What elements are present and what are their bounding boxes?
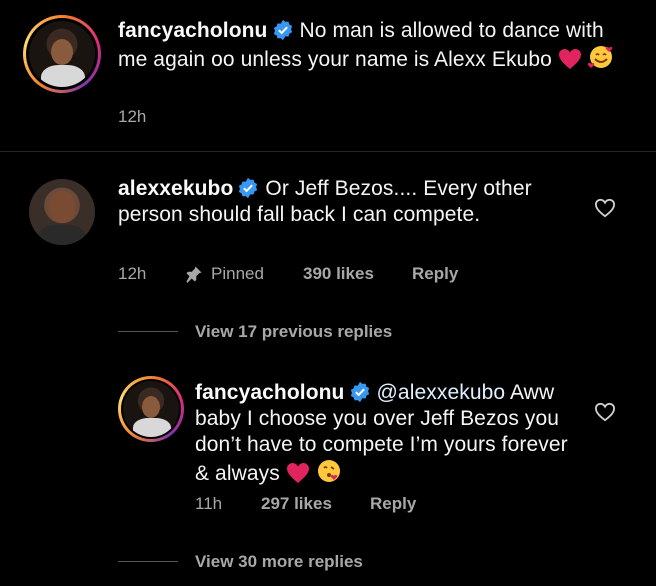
comment-1-time: 12h [118, 107, 147, 126]
section-divider [0, 151, 656, 152]
comment-1-body: fancyacholonu No man is allowed to dance … [118, 18, 618, 77]
replies-line [118, 331, 178, 332]
reply-username[interactable]: fancyacholonu [195, 381, 345, 404]
reply-likes[interactable]: 297 likes [261, 494, 332, 514]
comment-2-pinned: Pinned [211, 264, 264, 283]
like-heart-icon[interactable] [594, 402, 616, 422]
comment-1-username[interactable]: fancyacholonu [118, 19, 268, 42]
more-replies-line [118, 561, 178, 562]
view-previous-replies[interactable]: View 17 previous replies [195, 322, 392, 342]
verified-badge-icon [273, 19, 292, 41]
reply-reply-button[interactable]: Reply [370, 494, 416, 514]
comment-2-time: 12h [118, 264, 147, 283]
kissing-emoji-icon [316, 458, 342, 491]
reply-body: fancyacholonu @alexxekubo Aww baby I choo… [195, 380, 580, 491]
avatar-fancyacholonu[interactable] [23, 15, 101, 93]
like-heart-icon[interactable] [594, 198, 616, 218]
avatar-alexxekubo[interactable] [29, 179, 95, 245]
reply-mention[interactable]: @alexxekubo [377, 381, 506, 404]
avatar-fancyacholonu-reply[interactable] [118, 376, 184, 442]
smiling-hearts-emoji-icon [587, 44, 614, 77]
comment-2-reply-button[interactable]: Reply [412, 264, 458, 284]
comment-2-username[interactable]: alexxekubo [118, 177, 233, 200]
reply-time: 11h [195, 494, 223, 513]
verified-badge-icon [350, 381, 369, 403]
view-more-replies[interactable]: View 30 more replies [195, 552, 363, 572]
pin-icon [186, 266, 202, 283]
heart-emoji-icon [286, 462, 310, 491]
verified-badge-icon [239, 177, 258, 199]
comment-2-likes[interactable]: 390 likes [303, 264, 374, 284]
heart-emoji-icon [558, 48, 582, 77]
comment-2-body: alexxekubo Or Jeff Bezos.... Every other … [118, 176, 538, 228]
